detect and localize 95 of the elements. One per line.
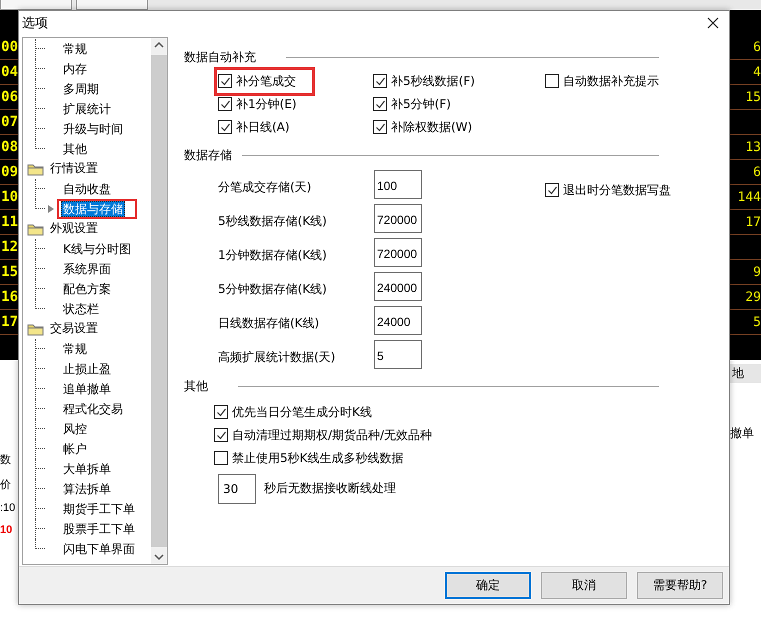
tree-item[interactable]: 止损止盈 — [61, 360, 113, 377]
quote-number: 06 — [1, 90, 18, 104]
quote-number: 11 — [1, 215, 18, 229]
tree-item[interactable]: 常规 — [61, 40, 89, 57]
quote-number: 17 — [1, 315, 18, 329]
tree-item[interactable]: 配色方案 — [61, 280, 113, 297]
quote-number: 9 — [753, 266, 761, 278]
tree-item[interactable]: 期货手工下单 — [61, 500, 137, 517]
scrollbar[interactable] — [151, 38, 167, 564]
quote-number: 144 — [738, 190, 761, 204]
checkbox[interactable]: 自动清理过期期权/期货品种/无效品种 — [214, 424, 729, 447]
quote-number: 08 — [1, 140, 18, 154]
quote-number: 12 — [1, 240, 18, 254]
field-label: 分笔成交存储(天) — [218, 179, 312, 196]
order-label: 数 — [0, 453, 12, 467]
folder-icon — [27, 322, 45, 336]
tree-item[interactable]: K线与分时图 — [61, 240, 133, 257]
dialog-button[interactable]: 确定 — [445, 572, 531, 599]
tree-item[interactable]: 常规 — [61, 340, 89, 357]
quote-number: 07 — [1, 115, 18, 129]
quote-number: 15 — [745, 90, 761, 104]
quote-number: 13 — [745, 140, 761, 154]
field-label: 日线数据存储(K线) — [218, 315, 320, 332]
tree-item[interactable]: 追单撤单 — [61, 380, 113, 397]
check-icon — [216, 406, 226, 418]
order-label: 价 — [0, 478, 12, 492]
folder-icon — [27, 222, 45, 236]
quote-number: 09 — [1, 165, 18, 179]
tree-item[interactable]: 风控 — [61, 420, 89, 437]
tree-item[interactable]: 内存 — [61, 60, 89, 77]
app-tab[interactable] — [76, 0, 148, 10]
check-icon — [220, 122, 230, 133]
column-header: 撤单 — [730, 425, 755, 442]
tree-item[interactable]: 算法拆单 — [61, 480, 113, 497]
tree-item[interactable]: 扩展统计 — [61, 100, 113, 117]
check-icon — [220, 76, 230, 87]
quote-number: 16 — [1, 290, 18, 304]
close-icon[interactable] — [707, 17, 719, 30]
input-field[interactable]: 240000 — [374, 272, 422, 301]
quote-number: 17 — [745, 216, 761, 228]
field-label: 高频扩展统计数据(天) — [218, 349, 336, 366]
quote-number: 6 — [753, 166, 761, 178]
check-icon — [546, 184, 558, 196]
quote-number: 6 — [753, 40, 761, 54]
quote-number: 29 — [745, 290, 761, 304]
checkbox[interactable]: 禁止使用5秒K线生成多秒线数据 — [214, 446, 729, 470]
tree-item[interactable]: 其他 — [61, 140, 89, 157]
tree-item[interactable]: 大单拆单 — [61, 460, 113, 477]
tree-item[interactable]: 升级与时间 — [61, 120, 125, 137]
input-field[interactable]: 720000 — [374, 204, 422, 233]
section-title: 数据存储 — [184, 147, 232, 164]
price-text: 10 — [0, 524, 14, 536]
check-icon — [374, 122, 386, 133]
input-field[interactable]: 24000 — [374, 306, 422, 335]
input-field[interactable]: 720000 — [374, 238, 422, 267]
check-icon — [220, 98, 230, 110]
quote-number: 15 — [1, 265, 18, 279]
order-label: :10 — [0, 502, 16, 514]
quote-number: 00 — [1, 40, 18, 54]
input-field[interactable]: 5 — [374, 340, 422, 369]
field-label: 5秒线数据存储(K线) — [218, 213, 328, 230]
dialog-button[interactable]: 需要帮助? — [637, 572, 723, 599]
checkbox[interactable]: 自动数据补充提示 — [541, 66, 678, 96]
field-label: 秒后无数据接收断线处理 — [264, 480, 396, 498]
field-label: 5分钟数据存储(K线) — [218, 281, 328, 298]
tree-item[interactable]: 数据与存储 — [61, 200, 125, 217]
input-field[interactable]: 100 — [374, 170, 422, 199]
tree-item[interactable]: 自动收盘 — [61, 180, 113, 197]
sheet-tab[interactable]: 地 — [730, 364, 761, 383]
app-tab[interactable] — [0, 0, 72, 10]
checkbox[interactable]: 优先当日分笔生成分时K线 — [214, 400, 729, 424]
check-icon — [374, 98, 386, 110]
tree-item[interactable]: 闪电下单界面 — [61, 540, 137, 557]
field-label: 1分钟数据存储(K线) — [218, 247, 328, 264]
check-icon — [216, 430, 226, 441]
tree-item[interactable]: 帐户 — [61, 440, 89, 457]
quote-number: 4 — [753, 66, 761, 78]
checkbox[interactable]: 补分笔成交 — [214, 66, 315, 96]
check-icon — [374, 76, 386, 87]
section-title: 其他 — [184, 378, 208, 396]
tree-item[interactable]: 状态栏 — [61, 300, 101, 317]
section-title: 数据自动补充 — [184, 49, 256, 66]
quote-number: 5 — [753, 316, 761, 328]
checkbox[interactable]: 退出时分笔数据写盘 — [541, 176, 690, 205]
tree-item[interactable]: 程式化交易 — [61, 400, 125, 417]
tree-item[interactable]: 多周期 — [61, 80, 101, 97]
input-field[interactable]: 30 — [218, 474, 256, 504]
tree-item[interactable]: 系统界面 — [61, 260, 113, 277]
pointer-icon — [47, 204, 55, 213]
dialog-button[interactable]: 取消 — [541, 572, 627, 599]
quote-number: 10 — [1, 190, 18, 204]
tree-item[interactable]: 股票手工下单 — [61, 520, 137, 537]
folder-icon — [27, 162, 45, 176]
quote-number: 04 — [1, 65, 18, 79]
window-title: 选项 — [22, 15, 48, 32]
